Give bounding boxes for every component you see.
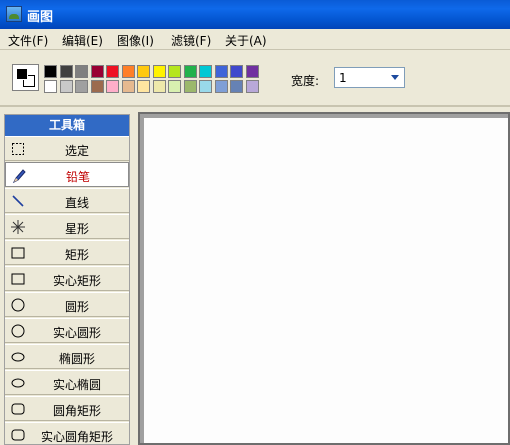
foreground-color-box[interactable] [16, 68, 28, 80]
menu-edit[interactable]: 编辑(E) [62, 32, 103, 49]
tool-button[interactable]: 圆角矩形 [5, 396, 129, 421]
tool-label: 铅笔 [65, 170, 90, 184]
tool-label: 椭圆形 [58, 352, 95, 366]
menu-filter[interactable]: 滤镜(F) [171, 32, 211, 49]
color-swatch[interactable] [59, 65, 73, 78]
width-select[interactable]: 1 [334, 67, 405, 88]
color-swatch[interactable] [199, 65, 212, 78]
tool-button[interactable]: 椭圆形 [5, 344, 129, 369]
color-swatch[interactable] [121, 80, 135, 93]
color-swatch[interactable] [214, 80, 228, 93]
canvas-frame [138, 112, 510, 445]
tool-button[interactable]: 铅笔 [5, 162, 129, 187]
tool-label: 直线 [64, 196, 89, 210]
color-swatch[interactable] [137, 80, 150, 93]
tool-label: 实心圆形 [52, 326, 101, 340]
rectangle-icon [11, 246, 25, 260]
color-swatch[interactable] [230, 65, 243, 78]
tool-label: 实心圆角矩形 [40, 430, 113, 444]
tool-button[interactable]: 直线 [5, 188, 129, 213]
color-swatch[interactable] [75, 65, 88, 78]
tool-label: 星形 [64, 222, 89, 236]
tool-label: 实心椭圆 [52, 378, 101, 392]
tool-button[interactable]: 实心圆形 [5, 318, 129, 343]
filled-circle-icon [11, 324, 25, 338]
line-icon [11, 194, 25, 208]
menu-about[interactable]: 关于(A) [225, 32, 267, 49]
color-swatch[interactable] [168, 65, 181, 78]
color-swatch[interactable] [214, 65, 228, 78]
color-swatch[interactable] [106, 80, 119, 93]
circle-icon [11, 298, 25, 312]
title-bar[interactable]: 画图 [0, 0, 510, 29]
color-swatch[interactable] [106, 65, 119, 78]
color-swatch[interactable] [245, 65, 259, 78]
tool-button[interactable]: 实心矩形 [5, 266, 129, 291]
window-title: 画图 [27, 10, 54, 25]
tool-button[interactable]: 实心圆角矩形 [5, 422, 129, 444]
current-colors[interactable] [12, 64, 39, 91]
menu-bar: 文件(F) 编辑(E) 图像(I) 滤镜(F) 关于(A) [0, 29, 510, 50]
color-swatch[interactable] [152, 80, 166, 93]
color-swatch[interactable] [230, 80, 243, 93]
toolbar: 宽度: 1 [0, 50, 510, 107]
color-swatch[interactable] [121, 65, 135, 78]
tool-button[interactable]: 星形 [5, 214, 129, 239]
color-swatch[interactable] [75, 80, 88, 93]
toolbox-title: 工具箱 [5, 115, 129, 136]
ellipse-icon [11, 350, 25, 364]
color-swatch[interactable] [90, 65, 104, 78]
filled-rounded-rectangle-icon [11, 428, 25, 442]
tool-label: 实心矩形 [52, 274, 101, 288]
color-swatch[interactable] [183, 80, 197, 93]
color-swatch[interactable] [90, 80, 104, 93]
paint-app-icon [6, 6, 22, 22]
tool-button[interactable]: 选定 [5, 136, 129, 161]
toolbox-panel: 工具箱 选定铅笔直线星形矩形实心矩形圆形实心圆形椭圆形实心椭圆圆角矩形实心圆角矩… [4, 114, 130, 445]
tool-label: 圆形 [64, 300, 89, 314]
menu-image[interactable]: 图像(I) [117, 32, 154, 49]
pencil-icon [12, 168, 26, 184]
menu-file[interactable]: 文件(F) [8, 32, 48, 49]
color-swatch[interactable] [245, 80, 259, 93]
tool-button[interactable]: 圆形 [5, 292, 129, 317]
color-swatch[interactable] [59, 80, 73, 93]
drawing-canvas[interactable] [144, 118, 508, 443]
star-icon [11, 220, 25, 234]
tool-button[interactable]: 实心椭圆 [5, 370, 129, 395]
tool-label: 圆角矩形 [52, 404, 101, 418]
color-swatch[interactable] [44, 80, 57, 93]
color-swatch[interactable] [44, 65, 57, 78]
color-swatch[interactable] [137, 65, 150, 78]
tool-label: 矩形 [64, 248, 89, 262]
width-select-value: 1 [339, 71, 347, 85]
width-label: 宽度: [291, 74, 320, 88]
color-swatch[interactable] [168, 80, 181, 93]
select-icon [11, 142, 25, 156]
filled-ellipse-icon [11, 376, 25, 390]
color-swatch[interactable] [199, 80, 212, 93]
chevron-down-icon[interactable] [387, 68, 404, 87]
color-swatch[interactable] [152, 65, 166, 78]
filled-rectangle-icon [11, 272, 25, 286]
color-swatch[interactable] [183, 65, 197, 78]
tool-button[interactable]: 矩形 [5, 240, 129, 265]
tool-label: 选定 [64, 144, 89, 158]
rounded-rectangle-icon [11, 402, 25, 416]
